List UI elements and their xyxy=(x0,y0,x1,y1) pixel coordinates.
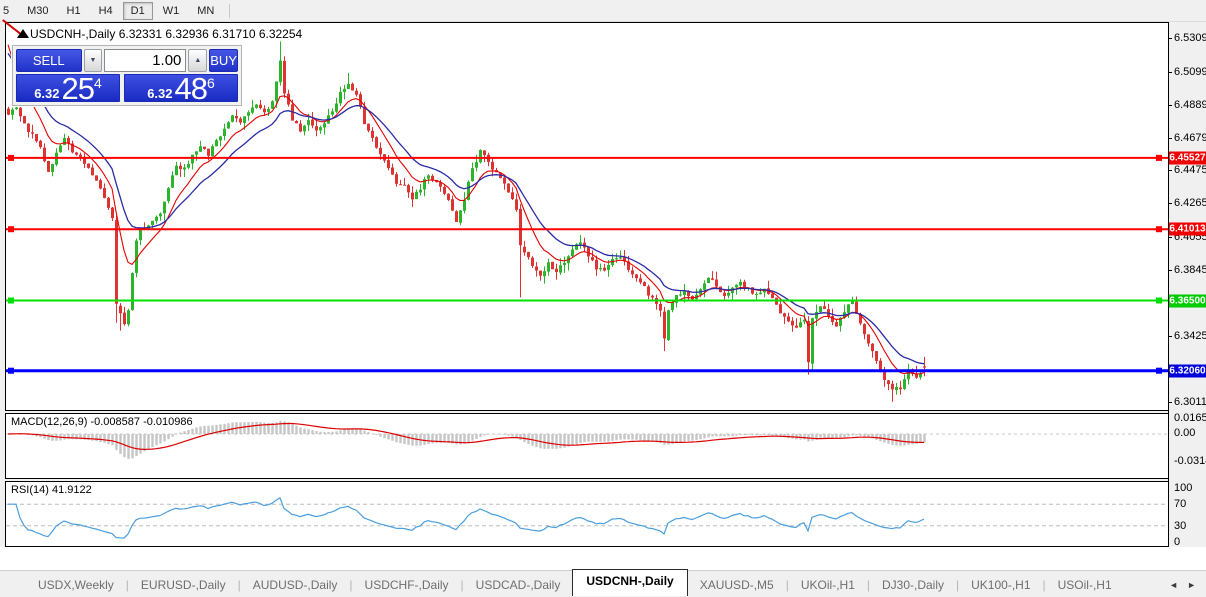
chart-symbol-period: USDCNH-,Daily xyxy=(30,27,116,41)
tab-usdx-weekly[interactable]: USDX,Weekly xyxy=(26,574,126,596)
price-tick: 6.44750 xyxy=(1168,164,1206,176)
price-tick: 6.48890 xyxy=(1168,99,1206,111)
macd-panel[interactable]: MACD(12,26,9) -0.008587 -0.010986 xyxy=(5,413,1169,479)
buy-button[interactable]: BUY xyxy=(209,49,238,72)
tab-usdcnh-daily[interactable]: USDCNH-,Daily xyxy=(572,569,688,596)
tab-uk100-h1[interactable]: UK100-,H1 xyxy=(959,574,1042,596)
timeframe-button-m30[interactable]: M30 xyxy=(19,2,56,20)
tab-usdchf-daily[interactable]: USDCHF-,Daily xyxy=(353,574,461,596)
price-tick: 6.30110 xyxy=(1168,396,1206,408)
sell-price-point: 4 xyxy=(94,75,102,91)
volume-input[interactable] xyxy=(104,49,187,72)
chevron-up-icon: ▲ xyxy=(194,57,202,64)
buy-price-pips: 48 xyxy=(174,71,208,106)
tab-audusd-daily[interactable]: AUDUSD-,Daily xyxy=(241,574,350,596)
toolbar-separator xyxy=(229,3,231,18)
tab-scroll-left-icon[interactable]: ◄ xyxy=(1169,580,1178,590)
price-level-tag[interactable]: 6.41013 xyxy=(1169,222,1206,236)
rsi-tick: 70 xyxy=(1174,498,1187,511)
price-axis-line xyxy=(1168,22,1169,547)
rsi-label: RSI(14) 41.9122 xyxy=(11,484,92,496)
chart-ohlc-values: 6.32331 6.32936 6.31710 6.32254 xyxy=(118,27,303,41)
mt4-window: 5 M30 H1 H4 D1 W1 MN USDCNH-,Daily 6.32331 6.3… xyxy=(0,0,1206,597)
price-tick: 6.50990 xyxy=(1168,66,1206,78)
buy-price-display[interactable]: 6.32 48 6 xyxy=(124,71,238,106)
macd-tick: -0.031425 xyxy=(1174,455,1206,468)
macd-tick: 0.00 xyxy=(1174,427,1196,439)
sell-price-display[interactable]: 6.32 25 4 xyxy=(16,71,120,106)
tab-dj30-daily[interactable]: DJ30-,Daily xyxy=(870,574,956,596)
chevron-down-icon: ▼ xyxy=(89,57,97,64)
macd-label: MACD(12,26,9) -0.008587 -0.010986 xyxy=(11,416,193,428)
buy-price-point: 6 xyxy=(207,75,215,91)
rsi-tick: 100 xyxy=(1174,482,1193,494)
timeframe-button-w1[interactable]: W1 xyxy=(155,2,188,20)
timeframe-toolbar: 5 M30 H1 H4 D1 W1 MN xyxy=(0,0,1206,22)
sell-price-base: 6.32 xyxy=(34,86,60,101)
rsi-chart xyxy=(6,497,1168,539)
one-click-trade-widget: SELL ▼ ▲ BUY 6.32 25 4 6.32 48 6 xyxy=(11,44,243,107)
buy-price-base: 6.32 xyxy=(147,86,173,101)
chart-tab-bar: USDX,Weekly | EURUSD-,Daily | AUDUSD-,Daily |… xyxy=(0,569,1206,597)
macd-tick: 0.016586 xyxy=(1174,412,1206,425)
price-level-tag[interactable]: 6.45527 xyxy=(1169,151,1206,165)
timeframe-button-mn[interactable]: MN xyxy=(189,2,222,20)
tab-eurusd-daily[interactable]: EURUSD-,Daily xyxy=(129,574,238,596)
chart-title: USDCNH-,Daily 6.32331 6.32936 6.31710 6.… xyxy=(30,27,302,41)
price-level-tag[interactable]: 6.36500 xyxy=(1169,294,1206,307)
price-tick: 6.42650 xyxy=(1168,197,1206,209)
tab-ukoil-h1[interactable]: UKOil-,H1 xyxy=(789,574,867,596)
date-axis: 21 Apr 202113 May 20214 Jun 202128 Jun 2… xyxy=(0,547,1206,570)
rsi-panel[interactable]: RSI(14) 41.9122 xyxy=(5,481,1169,547)
price-tick: 6.46790 xyxy=(1168,132,1206,144)
price-tick: 6.34250 xyxy=(1168,330,1206,342)
sell-button[interactable]: SELL xyxy=(16,49,82,72)
timeframe-button-h4[interactable]: H4 xyxy=(91,2,121,20)
timeframe-button-5[interactable]: 5 xyxy=(0,2,17,20)
tab-usdcad-daily[interactable]: USDCAD-,Daily xyxy=(464,574,573,596)
timeframe-button-d1[interactable]: D1 xyxy=(122,1,153,20)
price-level-tag[interactable]: 6.32060 xyxy=(1169,364,1206,378)
timeframe-button-h1[interactable]: H1 xyxy=(59,2,89,20)
tab-scroll-right-icon[interactable]: ► xyxy=(1187,580,1196,590)
tab-xauusd-m5[interactable]: XAUUSD-,M5 xyxy=(688,574,786,596)
volume-decrease-button[interactable]: ▼ xyxy=(83,49,103,72)
symbol-marker-icon xyxy=(17,29,29,38)
sell-price-pips: 25 xyxy=(61,71,95,106)
main-chart-panel[interactable]: USDCNH-,Daily 6.32331 6.32936 6.31710 6.… xyxy=(2,19,1169,411)
rsi-tick: 30 xyxy=(1174,519,1187,532)
price-tick: 6.38450 xyxy=(1168,264,1206,276)
volume-increase-button[interactable]: ▲ xyxy=(188,49,208,72)
tab-usoil-h1[interactable]: USOil-,H1 xyxy=(1046,574,1124,596)
price-tick: 6.53090 xyxy=(1168,32,1206,44)
